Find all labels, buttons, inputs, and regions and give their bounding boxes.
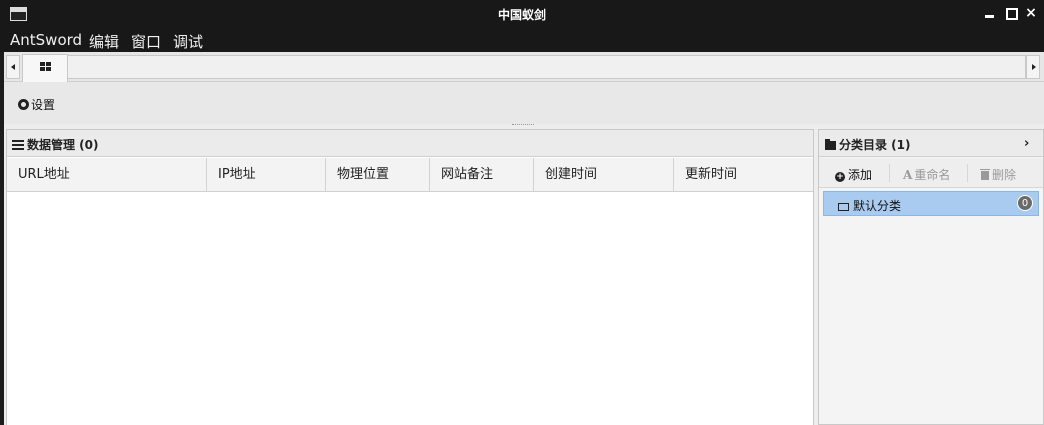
category-panel-title: 分类目录 (1) xyxy=(839,138,911,152)
plus-circle-icon: + xyxy=(835,172,845,182)
chevron-right-icon[interactable]: › xyxy=(1024,136,1029,151)
window-title: 中国蚁剑 xyxy=(497,8,546,22)
column-header-url[interactable]: URL地址 xyxy=(7,158,207,192)
grid-header: URL地址 IP地址 物理位置 网站备注 创建时间 更新时间 xyxy=(7,158,813,192)
tab-scroll-left-button[interactable] xyxy=(6,55,20,79)
splitter-handle[interactable] xyxy=(512,124,534,126)
folder-icon xyxy=(825,139,836,150)
category-toolbar: + 添加 A 重命名 删除 xyxy=(819,158,1043,188)
chevron-right-icon xyxy=(1032,64,1036,70)
column-header-location[interactable]: 物理位置 xyxy=(326,158,430,192)
font-icon: A xyxy=(903,168,913,182)
chevron-left-icon xyxy=(11,64,15,70)
title-bar: 中国蚁剑 × xyxy=(0,0,1044,28)
settings-label: 设置 xyxy=(31,98,56,112)
category-count-badge: 0 xyxy=(1017,195,1033,211)
category-item-default[interactable]: 默认分类 0 xyxy=(823,191,1039,216)
add-category-button[interactable]: + 添加 xyxy=(835,166,872,183)
delete-label: 删除 xyxy=(992,168,1017,182)
toolbar-divider xyxy=(889,164,890,182)
tab-strip xyxy=(68,55,1026,79)
tab-home[interactable] xyxy=(22,54,68,82)
menu-debug[interactable]: 调试 xyxy=(173,31,203,52)
maximize-button[interactable] xyxy=(1004,6,1018,20)
category-panel: 分类目录 (1) › + 添加 A 重命名 删除 默认分类 0 xyxy=(818,129,1044,425)
data-management-panel: 数据管理 (0) URL地址 IP地址 物理位置 网站备注 创建时间 更新时间 xyxy=(6,129,814,425)
toolbar-divider xyxy=(967,164,968,182)
column-header-created[interactable]: 创建时间 xyxy=(534,158,674,192)
column-header-note[interactable]: 网站备注 xyxy=(430,158,534,192)
data-grid-body[interactable] xyxy=(7,193,813,425)
delete-category-button[interactable]: 删除 xyxy=(980,166,1017,183)
rename-category-button[interactable]: A 重命名 xyxy=(903,166,950,183)
column-header-updated[interactable]: 更新时间 xyxy=(674,158,814,192)
menu-edit[interactable]: 编辑 xyxy=(89,31,119,52)
close-icon: × xyxy=(1025,5,1037,21)
data-panel-title: 数据管理 (0) xyxy=(27,138,99,152)
grid-icon xyxy=(40,62,52,72)
toolbar: 设置 xyxy=(4,82,1044,124)
list-icon xyxy=(12,140,24,150)
trash-icon xyxy=(980,169,990,180)
main-content: 设置 数据管理 (0) URL地址 IP地址 物理位置 网站备注 创建时间 更新… xyxy=(4,52,1044,425)
tab-bar xyxy=(4,52,1044,82)
menu-window[interactable]: 窗口 xyxy=(131,31,161,52)
category-panel-header: 分类目录 (1) › xyxy=(819,130,1043,157)
gear-icon xyxy=(18,99,29,110)
close-button[interactable]: × xyxy=(1024,6,1038,20)
add-label: 添加 xyxy=(848,168,873,182)
settings-button[interactable]: 设置 xyxy=(18,96,55,113)
minimize-button[interactable] xyxy=(983,6,997,20)
rename-label: 重命名 xyxy=(914,168,951,182)
data-panel-header: 数据管理 (0) xyxy=(7,130,813,157)
menu-bar: AntSword 编辑 窗口 调试 xyxy=(0,28,1044,52)
menu-antsword[interactable]: AntSword xyxy=(10,31,82,49)
category-label: 默认分类 xyxy=(853,199,902,213)
folder-open-icon xyxy=(838,203,849,211)
column-header-ip[interactable]: IP地址 xyxy=(207,158,326,192)
tab-scroll-right-button[interactable] xyxy=(1026,55,1040,79)
